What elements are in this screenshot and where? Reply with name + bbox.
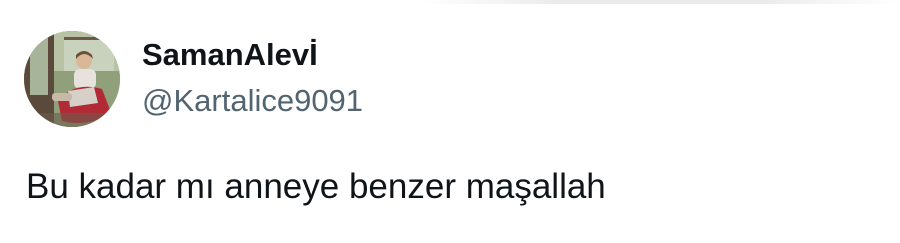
tweet-text: Bu kadar mı anneye benzer maşallah: [26, 167, 606, 206]
tweet-card: SamanAlevİ @Kartalice9091 Bu kadar mı an…: [0, 0, 900, 243]
top-divider: [420, 0, 900, 4]
author-handle[interactable]: @Kartalice9091: [142, 82, 363, 119]
profile-photo-icon: [24, 31, 120, 127]
author-display-name[interactable]: SamanAlevİ: [142, 36, 318, 73]
avatar[interactable]: [24, 31, 120, 127]
